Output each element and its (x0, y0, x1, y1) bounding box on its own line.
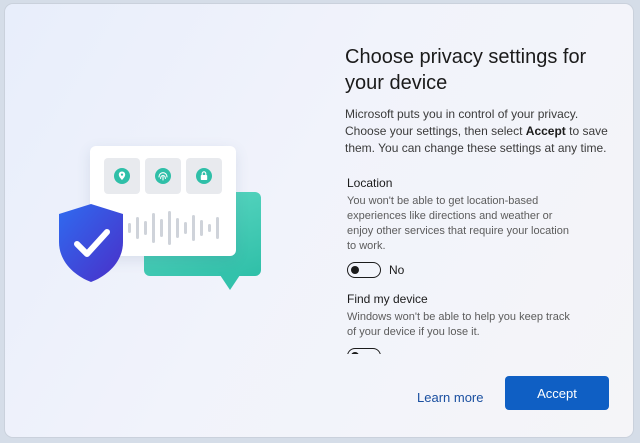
setting-description: Windows won't be able to help you keep t… (347, 311, 570, 338)
setting-title: Find my device (347, 292, 428, 306)
learn-more-link[interactable]: Learn more (417, 390, 483, 405)
location-toggle-state: No (389, 263, 405, 277)
fingerprint-icon (145, 158, 181, 194)
settings-scroll-area[interactable]: Location You won't be able to get locati… (347, 176, 617, 354)
setting-title: Location (347, 176, 393, 190)
page-title: Choose privacy settings for your device (345, 46, 587, 94)
setting-description: You won't be able to get location-based … (347, 195, 569, 252)
accept-button[interactable]: Accept (505, 376, 609, 410)
chat-bubble-tail (218, 272, 242, 290)
checkmark-shield-icon (55, 202, 127, 284)
intro-accept-emphasis: Accept (525, 124, 566, 138)
setting-location: Location You won't be able to get locati… (347, 176, 617, 278)
location-toggle[interactable] (347, 262, 381, 278)
lock-icon (186, 158, 222, 194)
setting-find-my-device: Find my device Windows won't be able to … (347, 292, 617, 354)
location-pin-icon (104, 158, 140, 194)
find-my-device-toggle[interactable] (347, 348, 381, 354)
oobe-window: Choose privacy settings for your device … (5, 4, 633, 437)
privacy-illustration (5, 4, 325, 437)
audio-wave-bars (128, 208, 219, 248)
privacy-panel: Choose privacy settings for your device … (345, 4, 625, 437)
intro-text: Microsoft puts you in control of your pr… (345, 106, 620, 157)
